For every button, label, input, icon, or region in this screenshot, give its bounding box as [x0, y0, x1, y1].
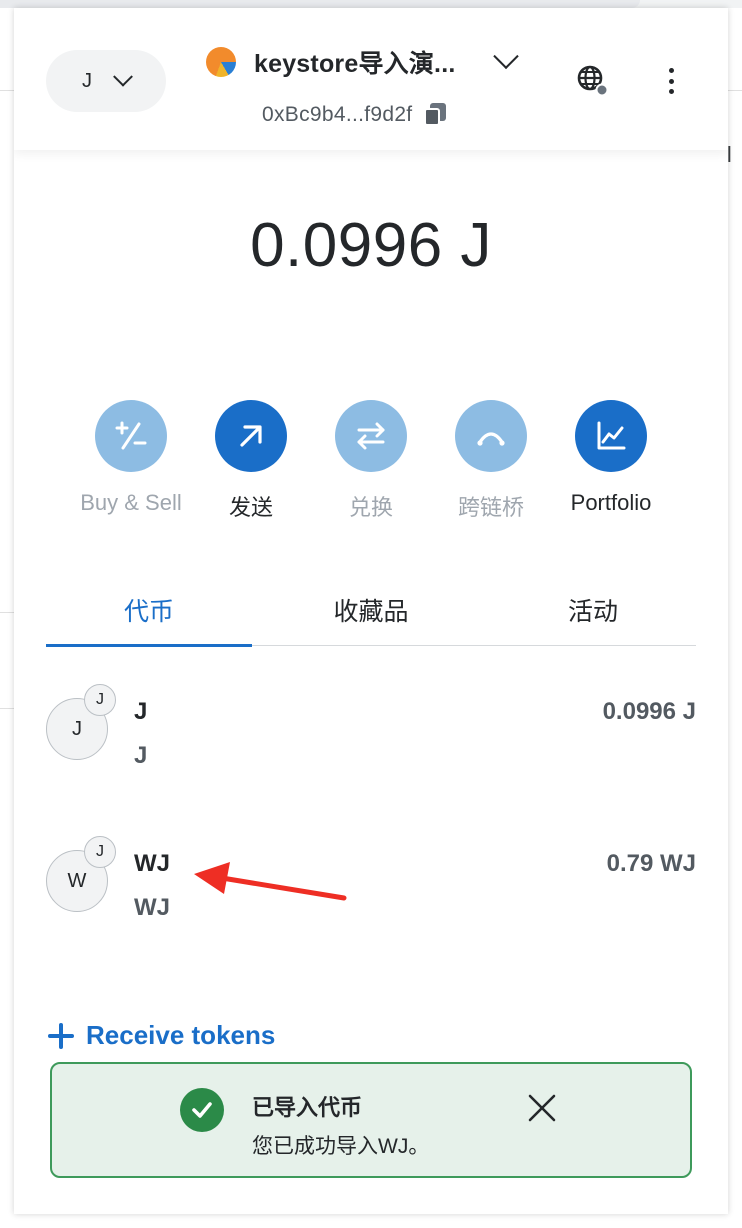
- chevron-down-icon: [113, 66, 133, 87]
- page-divider: [0, 708, 14, 709]
- total-balance: 0.0996 J: [250, 211, 492, 280]
- chart-icon: [575, 400, 647, 472]
- token-symbol: J: [134, 742, 148, 769]
- plus-minus-icon: [95, 400, 167, 472]
- receive-tokens-label: Receive tokens: [86, 1020, 276, 1050]
- tab-tokens[interactable]: 代币: [46, 592, 252, 628]
- network-picker[interactable]: J: [46, 50, 166, 112]
- address-copy-button[interactable]: 0xBc9b4...f9d2f: [262, 100, 448, 130]
- bridge-button[interactable]: 跨链桥: [426, 400, 556, 522]
- tab-collectibles[interactable]: 收藏品: [268, 592, 474, 628]
- token-name: WJ: [134, 850, 170, 877]
- page-divider: [0, 612, 14, 613]
- browser-address-bar: [0, 0, 640, 8]
- network-badge: J: [84, 836, 116, 868]
- bridge-label: 跨链桥: [457, 495, 524, 520]
- swap-icon: [335, 400, 407, 472]
- send-label: 发送: [228, 495, 273, 520]
- buy-sell-label: Buy & Sell: [80, 490, 182, 515]
- network-label: J: [82, 69, 92, 92]
- page-divider: [728, 90, 742, 91]
- token-symbol: WJ: [134, 894, 170, 921]
- kebab-menu-icon[interactable]: [664, 64, 678, 98]
- account-picker[interactable]: keystore导入演...: [206, 42, 520, 82]
- token-row[interactable]: J J J J 0.0996 J: [46, 684, 696, 784]
- close-icon[interactable]: [526, 1092, 558, 1124]
- bridge-icon: [455, 400, 527, 472]
- token-balance: 0.79 WJ: [606, 850, 696, 877]
- token-name: J: [134, 698, 148, 725]
- token-row[interactable]: W J WJ WJ 0.79 WJ: [46, 836, 696, 936]
- network-badge: J: [84, 684, 116, 716]
- account-address: 0xBc9b4...f9d2f: [262, 103, 413, 126]
- page-divider: [0, 90, 14, 91]
- plus-icon: [48, 1022, 74, 1049]
- asset-tabs: 代币 收藏品 活动: [46, 582, 696, 647]
- action-bar: Buy & Sell 发送 兑换 跨链桥 Portfolio: [66, 400, 686, 530]
- receive-tokens-link[interactable]: Receive tokens: [48, 1020, 275, 1051]
- toast-message: 您已成功导入WJ。: [252, 1135, 430, 1158]
- send-button[interactable]: 发送: [186, 400, 316, 522]
- account-name: keystore导入演...: [254, 50, 456, 78]
- account-avatar: [206, 47, 236, 77]
- chevron-down-icon: [493, 43, 520, 70]
- token-balance: 0.0996 J: [602, 698, 696, 725]
- buy-sell-button[interactable]: Buy & Sell: [66, 400, 196, 516]
- active-tab-indicator: [46, 644, 252, 647]
- wallet-popup: J keystore导入演... 0xBc9b4...f9d2f 0.0996 …: [14, 8, 728, 1214]
- copy-icon: [424, 103, 448, 127]
- portfolio-label: Portfolio: [570, 490, 652, 515]
- annotation-arrow: [194, 862, 347, 901]
- swap-label: 兑换: [348, 495, 393, 520]
- toast-title: 已导入代币: [252, 1095, 363, 1120]
- app-header: J keystore导入演... 0xBc9b4...f9d2f: [14, 8, 728, 150]
- tab-activity[interactable]: 活动: [490, 592, 696, 628]
- success-toast: 已导入代币 您已成功导入WJ。: [50, 1062, 692, 1178]
- swap-button[interactable]: 兑换: [306, 400, 436, 522]
- check-circle-icon: [180, 1088, 224, 1132]
- globe-icon[interactable]: [576, 64, 608, 96]
- arrow-up-right-icon: [215, 400, 287, 472]
- portfolio-button[interactable]: Portfolio: [546, 400, 676, 516]
